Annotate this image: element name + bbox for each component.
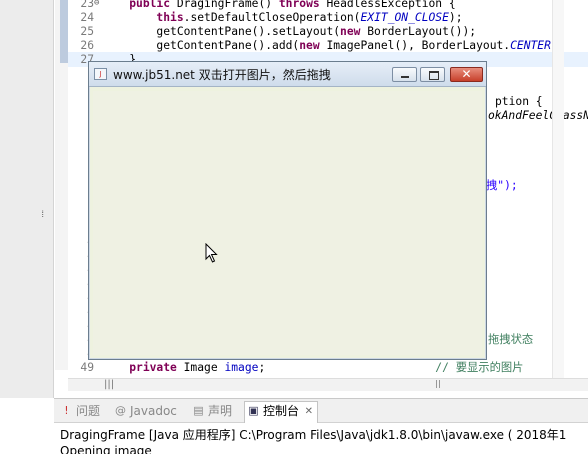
- code-comment-fragment: 拖拽状态: [488, 333, 534, 346]
- close-icon[interactable]: ✕: [305, 402, 313, 421]
- tab-problems[interactable]: ! 问题: [58, 402, 100, 421]
- scroll-left-icon[interactable]: |||: [104, 379, 114, 390]
- window-titlebar[interactable]: J www.jb51.net 双击打开图片，然后拖拽 ✕: [89, 62, 486, 87]
- code-fragment: ption {: [495, 95, 543, 108]
- code-fragment: 拽");: [486, 179, 518, 192]
- declaration-icon: ▤: [193, 404, 204, 417]
- mouse-cursor-icon: [205, 243, 218, 263]
- left-sidebar: [0, 0, 54, 398]
- close-icon: ✕: [461, 67, 472, 81]
- scroll-thumb[interactable]: [436, 380, 440, 388]
- bottom-panel-tabs: ! 问题 @ Javadoc ▤ 声明 ▣ 控制台 ✕: [54, 399, 588, 423]
- image-panel[interactable]: [93, 91, 482, 355]
- swing-window[interactable]: J www.jb51.net 双击打开图片，然后拖拽 ✕: [88, 61, 487, 360]
- sidebar-sash[interactable]: ⁞: [0, 210, 54, 224]
- tab-label: 问题: [76, 404, 101, 418]
- java-app-icon: J: [94, 68, 107, 80]
- maximize-button[interactable]: [420, 67, 445, 82]
- console-header: DragingFrame [Java 应用程序] C:\Program File…: [60, 428, 567, 442]
- minimize-button[interactable]: [392, 67, 417, 82]
- window-title: www.jb51.net 双击打开图片，然后拖拽: [113, 68, 331, 82]
- tab-javadoc[interactable]: @ Javadoc: [112, 402, 177, 421]
- console-output: Opening image: [60, 444, 152, 454]
- tab-declaration[interactable]: ▤ 声明: [190, 402, 232, 421]
- editor-overview-ruler[interactable]: [552, 0, 564, 378]
- close-button[interactable]: ✕: [450, 67, 483, 82]
- problems-icon: !: [64, 404, 69, 417]
- code-fragment: okAndFeelClassN: [488, 109, 588, 122]
- sash-grip-icon: ⁞: [40, 210, 46, 220]
- tab-label: Javadoc: [130, 404, 177, 418]
- editor-change-marker: [60, 0, 68, 63]
- tab-label: 控制台: [263, 404, 300, 418]
- tab-label: 声明: [208, 404, 233, 418]
- tab-console[interactable]: ▣ 控制台 ✕: [244, 401, 319, 423]
- console-icon: ▣: [248, 404, 259, 417]
- editor-horizontal-scrollbar[interactable]: [68, 378, 588, 391]
- javadoc-icon: @: [115, 404, 126, 417]
